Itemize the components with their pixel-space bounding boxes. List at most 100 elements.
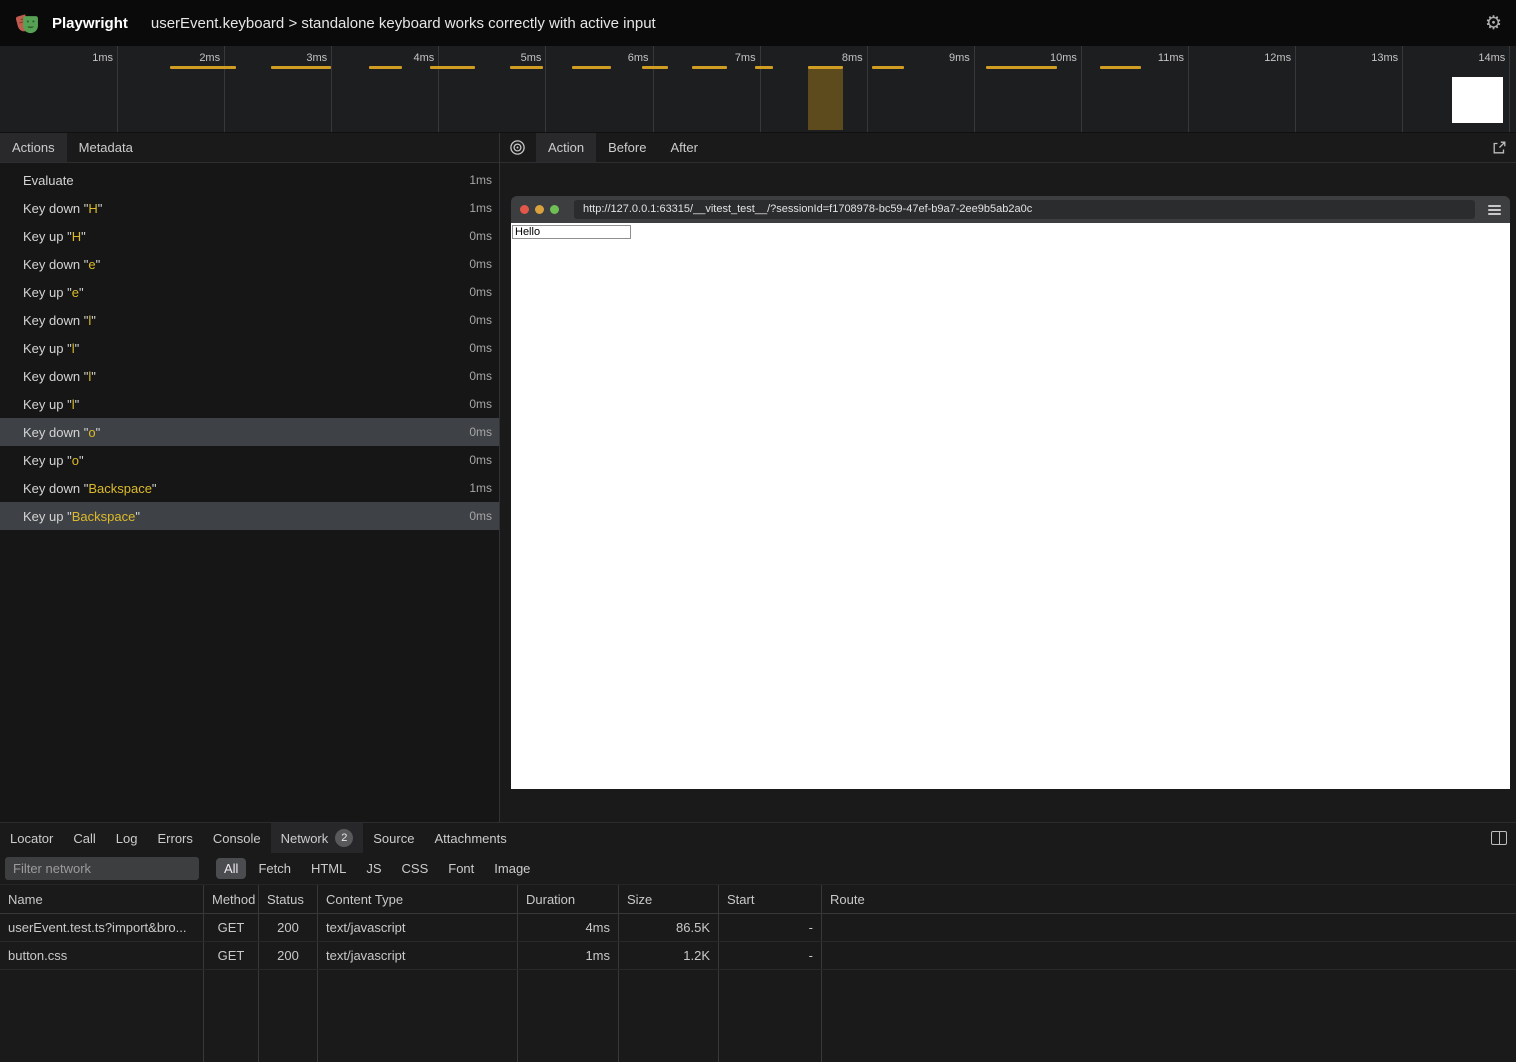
- action-label: Key down: [23, 369, 80, 384]
- actions-tab-strip: ActionsMetadata: [0, 133, 499, 163]
- network-count-badge: 2: [335, 829, 353, 847]
- timeline-tick-label: 3ms: [263, 52, 327, 64]
- timeline-action-bar[interactable]: [430, 66, 475, 69]
- timeline-action-bar[interactable]: [986, 66, 1057, 69]
- action-list-item[interactable]: Key up "e"0ms: [0, 278, 499, 306]
- chip-font[interactable]: Font: [440, 858, 482, 879]
- empty-cell: [518, 970, 619, 1062]
- action-list-item[interactable]: Evaluate1ms: [0, 166, 499, 194]
- action-label: Key up: [23, 397, 63, 412]
- action-quote: ": [75, 397, 80, 412]
- action-quote: ": [152, 481, 157, 496]
- action-quote: ": [63, 509, 71, 524]
- action-duration: 0ms: [469, 509, 492, 523]
- page-text-input[interactable]: [512, 225, 631, 239]
- network-filter-row: AllFetchHTMLJSCSSFontImage: [0, 853, 1516, 885]
- action-list-item[interactable]: Key down "l"0ms: [0, 362, 499, 390]
- action-quote: ": [75, 341, 80, 356]
- action-list-item[interactable]: Key up "l"0ms: [0, 390, 499, 418]
- network-request-row[interactable]: userEvent.test.ts?import&bro...GET200tex…: [0, 914, 1516, 942]
- action-list-item[interactable]: Key up "l"0ms: [0, 334, 499, 362]
- cell-start: -: [719, 914, 822, 941]
- action-duration: 0ms: [469, 425, 492, 439]
- tab-locator[interactable]: Locator: [0, 823, 63, 853]
- timeline-tick-label: 9ms: [906, 52, 970, 64]
- timeline-action-bar[interactable]: [755, 66, 773, 69]
- tab-metadata[interactable]: Metadata: [67, 133, 145, 162]
- timeline-action-bar[interactable]: [572, 66, 611, 69]
- tab-before[interactable]: Before: [596, 133, 658, 162]
- trace-viewer-app: Playwright userEvent.keyboard > standalo…: [0, 0, 1516, 1062]
- tab-network[interactable]: Network2: [271, 823, 364, 853]
- action-list-item[interactable]: Key up "H"0ms: [0, 222, 499, 250]
- popout-external-link-icon[interactable]: [1492, 140, 1507, 155]
- tab-actions[interactable]: Actions: [0, 133, 67, 162]
- details-panel: LocatorCallLogErrorsConsoleNetwork2Sourc…: [0, 822, 1516, 1062]
- tab-source[interactable]: Source: [363, 823, 424, 853]
- tab-console[interactable]: Console: [203, 823, 271, 853]
- chip-js[interactable]: JS: [358, 858, 389, 879]
- action-list-item[interactable]: Key up "o"0ms: [0, 446, 499, 474]
- timeline-gridline: [545, 46, 546, 132]
- column-header-duration: Duration: [518, 885, 619, 913]
- action-list-item[interactable]: Key up "Backspace"0ms: [0, 502, 499, 530]
- playwright-logo-icon: [14, 10, 41, 37]
- timeline-ruler[interactable]: 1ms2ms3ms4ms5ms6ms7ms8ms9ms10ms11ms12ms1…: [0, 46, 1516, 133]
- timeline-gridline: [1402, 46, 1403, 132]
- action-list-item[interactable]: Key down "l"0ms: [0, 306, 499, 334]
- timeline-action-bar[interactable]: [170, 66, 236, 69]
- tab-attachments[interactable]: Attachments: [424, 823, 516, 853]
- column-header-size: Size: [619, 885, 719, 913]
- filter-network-input[interactable]: [5, 857, 199, 880]
- action-label: Key down: [23, 201, 80, 216]
- app-title: Playwright: [52, 15, 128, 32]
- action-list-item[interactable]: Key down "o"0ms: [0, 418, 499, 446]
- resource-type-chips: AllFetchHTMLJSCSSFontImage: [216, 858, 542, 879]
- settings-gear-icon[interactable]: ⚙: [1485, 14, 1502, 33]
- cell-method: GET: [204, 942, 259, 969]
- timeline-action-bar[interactable]: [1100, 66, 1141, 69]
- traffic-light-yellow-icon: [535, 205, 544, 214]
- split-columns-icon[interactable]: [1491, 831, 1507, 845]
- tab-errors[interactable]: Errors: [147, 823, 202, 853]
- network-table-filler: [0, 970, 1516, 1062]
- network-table-header: NameMethodStatusContent TypeDurationSize…: [0, 885, 1516, 914]
- timeline-tick-label: 5ms: [477, 52, 541, 64]
- action-list-item[interactable]: Key down "H"1ms: [0, 194, 499, 222]
- action-duration: 0ms: [469, 341, 492, 355]
- chip-html[interactable]: HTML: [303, 858, 354, 879]
- tab-log[interactable]: Log: [106, 823, 148, 853]
- action-key-value: e: [88, 257, 95, 272]
- chip-image[interactable]: Image: [486, 858, 538, 879]
- action-list-item[interactable]: Key down "Backspace"1ms: [0, 474, 499, 502]
- tab-call[interactable]: Call: [63, 823, 105, 853]
- network-request-row[interactable]: button.cssGET200text/javascript1ms1.2K-: [0, 942, 1516, 970]
- timeline-action-bar[interactable]: [369, 66, 402, 69]
- action-quote: ": [96, 257, 101, 272]
- chip-fetch[interactable]: Fetch: [250, 858, 299, 879]
- tab-action[interactable]: Action: [536, 133, 596, 162]
- timeline-action-bar[interactable]: [692, 66, 727, 69]
- timeline-selected-range[interactable]: [808, 69, 843, 130]
- timeline-action-bar[interactable]: [642, 66, 668, 69]
- timeline-action-bar[interactable]: [510, 66, 543, 69]
- action-quote: ": [80, 481, 88, 496]
- empty-cell: [0, 970, 204, 1062]
- action-key-value: Backspace: [88, 481, 152, 496]
- snapshot-viewport: http://127.0.0.1:63315/__vitest_test__/?…: [500, 163, 1516, 822]
- timeline-action-bar[interactable]: [872, 66, 904, 69]
- action-key-value: H: [88, 201, 97, 216]
- chip-all[interactable]: All: [216, 858, 246, 879]
- pick-locator-target-icon[interactable]: [509, 139, 526, 156]
- actions-panel: ActionsMetadata Evaluate1msKey down "H"1…: [0, 133, 500, 822]
- timeline-film-strip-thumbnail[interactable]: [1452, 77, 1503, 123]
- action-label: Key down: [23, 313, 80, 328]
- tab-after[interactable]: After: [658, 133, 709, 162]
- chip-css[interactable]: CSS: [394, 858, 437, 879]
- timeline-action-bar[interactable]: [271, 66, 331, 69]
- timeline-gridline: [331, 46, 332, 132]
- hamburger-menu-icon: [1488, 205, 1501, 215]
- timeline-gridline: [1509, 46, 1510, 132]
- action-key-value: o: [72, 453, 79, 468]
- action-list-item[interactable]: Key down "e"0ms: [0, 250, 499, 278]
